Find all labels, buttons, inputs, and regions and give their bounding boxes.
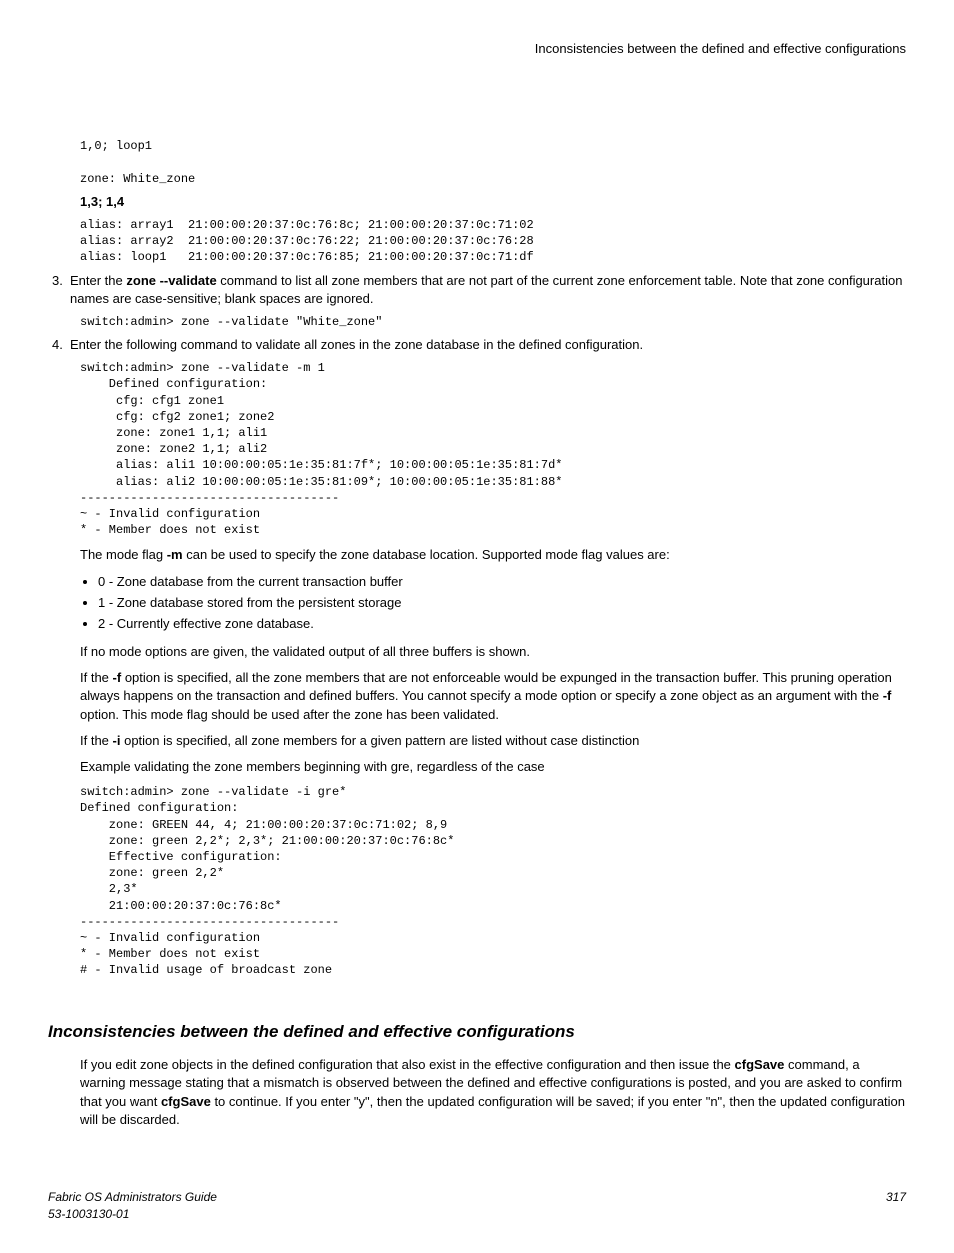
emphasis-1314: 1,3; 1,4 <box>80 193 906 211</box>
flag-f: -f <box>883 688 892 703</box>
section-heading-inconsistencies: Inconsistencies between the defined and … <box>48 1020 906 1044</box>
command-cfgsave: cfgSave <box>161 1094 211 1109</box>
text: If the <box>80 670 113 685</box>
command-name: zone --validate <box>126 273 216 288</box>
step-body: Enter the following command to validate … <box>70 336 906 354</box>
text: If you edit zone objects in the defined … <box>80 1057 735 1072</box>
list-item: 1 - Zone database stored from the persis… <box>98 594 906 612</box>
footer-page: 317 <box>886 1189 906 1223</box>
step-number: 3. <box>52 272 70 308</box>
text: option is specified, all the zone member… <box>80 670 892 703</box>
mode-flag-list: 0 - Zone database from the current trans… <box>98 573 906 634</box>
page-footer: Fabric OS Administrators Guide 53-100313… <box>48 1189 906 1223</box>
command-cfgsave: cfgSave <box>735 1057 785 1072</box>
text: can be used to specify the zone database… <box>183 547 670 562</box>
text: The mode flag <box>80 547 167 562</box>
step-4: 4. Enter the following command to valida… <box>52 336 906 354</box>
code-block-validate-m1: switch:admin> zone --validate -m 1 Defin… <box>80 360 906 538</box>
example-intro: Example validating the zone members begi… <box>80 758 906 776</box>
text: Enter the <box>70 273 126 288</box>
step-body: Enter the zone --validate command to lis… <box>70 272 906 308</box>
footer-title: Fabric OS Administrators Guide <box>48 1189 217 1206</box>
f-option-paragraph: If the -f option is specified, all the z… <box>80 669 906 724</box>
no-mode-paragraph: If no mode options are given, the valida… <box>80 643 906 661</box>
mode-flag-intro: The mode flag -m can be used to specify … <box>80 546 906 564</box>
code-block-validate-white: switch:admin> zone --validate "White_zon… <box>80 314 906 330</box>
flag-f: -f <box>113 670 122 685</box>
text: If the <box>80 733 113 748</box>
section-body: If you edit zone objects in the defined … <box>80 1056 906 1129</box>
step-number: 4. <box>52 336 70 354</box>
list-item: 0 - Zone database from the current trans… <box>98 573 906 591</box>
text: option. This mode flag should be used af… <box>80 707 499 722</box>
code-block-aliases: alias: array1 21:00:00:20:37:0c:76:8c; 2… <box>80 217 906 266</box>
step-3: 3. Enter the zone --validate command to … <box>52 272 906 308</box>
running-header: Inconsistencies between the defined and … <box>48 40 906 58</box>
footer-docnum: 53-1003130-01 <box>48 1206 217 1223</box>
text: option is specified, all zone members fo… <box>120 733 639 748</box>
code-block-intro: 1,0; loop1 zone: White_zone <box>80 138 906 187</box>
flag-m: -m <box>167 547 183 562</box>
list-item: 2 - Currently effective zone database. <box>98 615 906 633</box>
i-option-paragraph: If the -i option is specified, all zone … <box>80 732 906 750</box>
code-block-validate-i: switch:admin> zone --validate -i gre* De… <box>80 784 906 978</box>
